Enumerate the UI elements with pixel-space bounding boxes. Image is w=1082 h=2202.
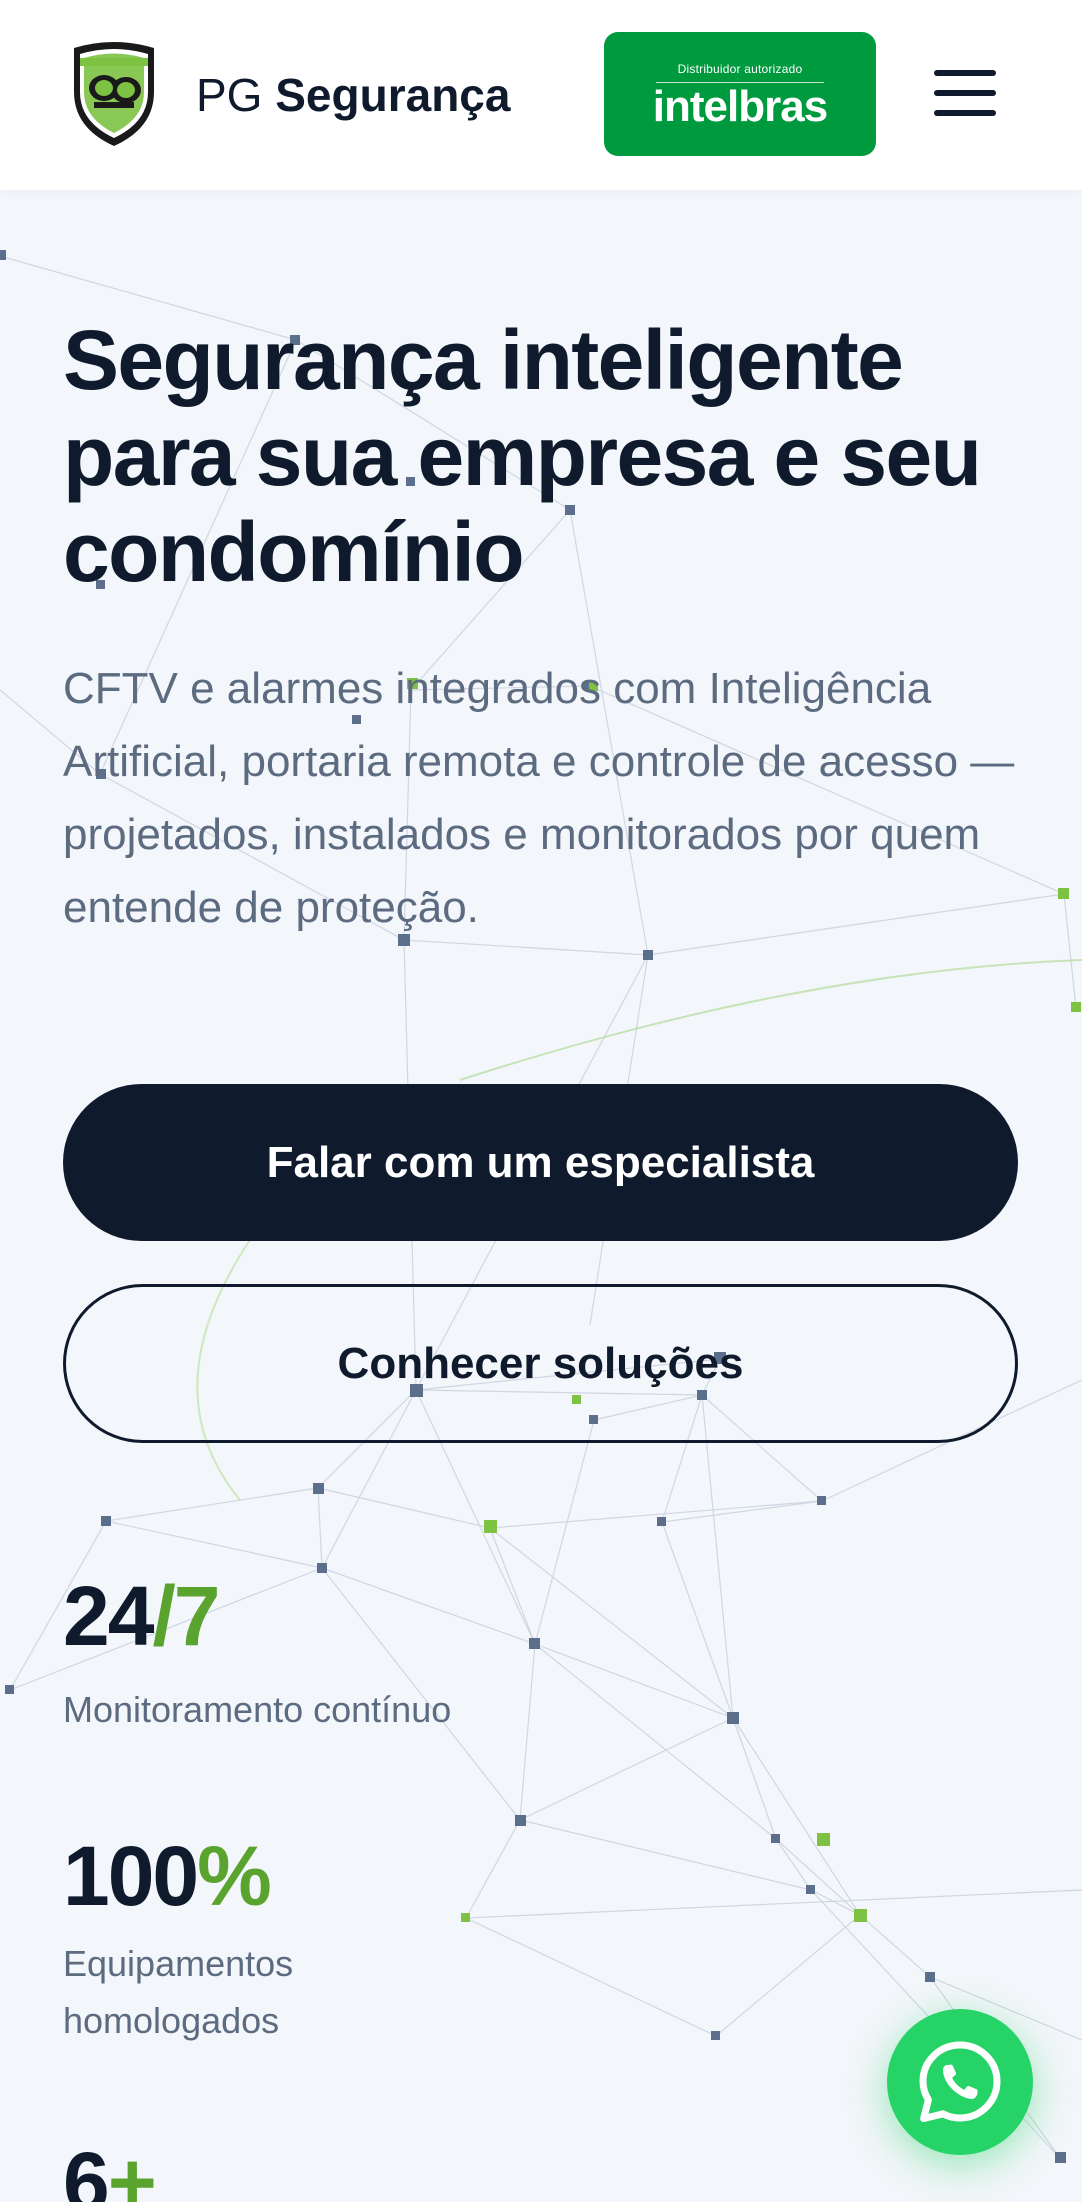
- brand-name[interactable]: PG Segurança: [196, 68, 510, 122]
- stat-value-years: 6+: [63, 2134, 157, 2202]
- hero-section: Segurança inteligente para sua empresa e…: [63, 312, 1023, 600]
- hamburger-menu-icon[interactable]: [930, 64, 996, 122]
- intelbras-partner-badge: Distribuidor autorizado intelbras: [604, 32, 876, 156]
- site-header: PG Segurança Distribuidor autorizado int…: [0, 0, 1082, 190]
- contact-specialist-button[interactable]: Falar com um especialista: [63, 1084, 1018, 1241]
- stat-value-monitoring: 24/7: [63, 1568, 221, 1665]
- discover-solutions-button[interactable]: Conhecer soluções: [63, 1284, 1018, 1443]
- stat-accent: +: [107, 2135, 157, 2202]
- stat-number: 24: [63, 1569, 154, 1663]
- pg-shield-logo[interactable]: [66, 38, 162, 150]
- brand-prefix: PG: [196, 69, 263, 121]
- whatsapp-icon: [919, 2041, 1001, 2123]
- whatsapp-button[interactable]: [887, 2009, 1033, 2155]
- menu-bar: [934, 110, 996, 116]
- stat-value-equipment: 100%: [63, 1828, 272, 1925]
- menu-bar: [934, 90, 996, 96]
- partner-name: intelbras: [652, 82, 828, 131]
- menu-bar: [934, 70, 996, 76]
- hero-description: CFTV e alarmes integrados com Inteligênc…: [63, 664, 1015, 932]
- stat-label-equipment: Equipamentos homologados: [63, 1943, 294, 2041]
- partner-tagline: Distribuidor autorizado: [677, 62, 803, 76]
- stat-accent: %: [197, 1829, 272, 1923]
- hero-title: Segurança inteligente para sua empresa e…: [63, 313, 982, 599]
- stat-number: 6: [63, 2135, 110, 2202]
- stat-label-monitoring: Monitoramento contínuo: [63, 1689, 452, 1730]
- stat-number: 100: [63, 1829, 199, 1923]
- brand-bold: Segurança: [275, 69, 511, 121]
- stat-accent: /7: [152, 1569, 220, 1663]
